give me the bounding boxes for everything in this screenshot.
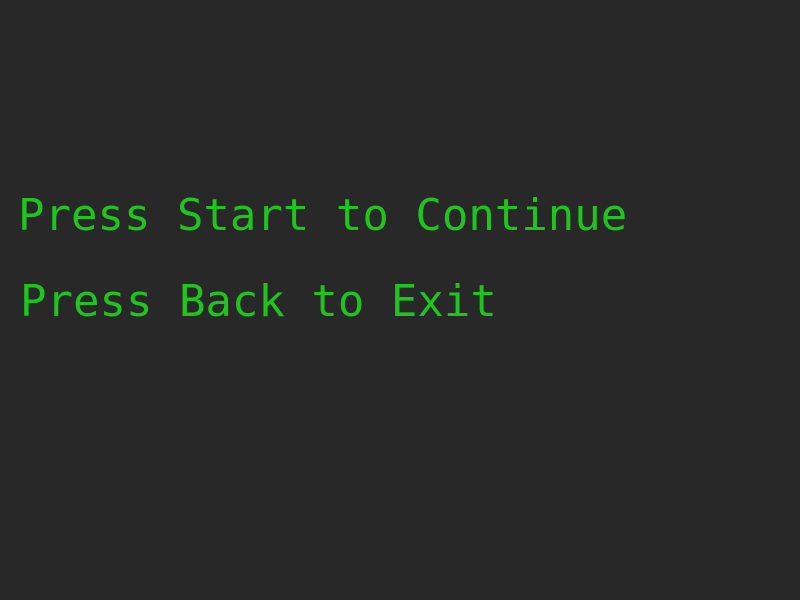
start-prompt-text: Press Start to Continue (18, 190, 628, 241)
back-prompt-text: Press Back to Exit (20, 276, 497, 327)
prompt-screen: Press Start to Continue Press Back to Ex… (0, 0, 800, 600)
